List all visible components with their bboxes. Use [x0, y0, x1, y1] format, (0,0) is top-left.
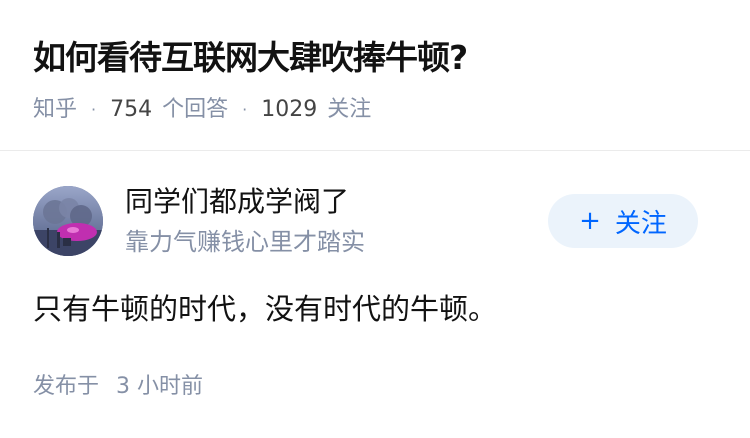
author-name[interactable]: 同学们都成学阀了 [125, 184, 349, 220]
author-bio: 靠力气赚钱心里才踏实 [125, 228, 365, 256]
follow-count-label: 关注 [327, 97, 372, 122]
answer-count-label: 个回答 [162, 97, 229, 122]
answer-timestamp: 发布于 3 小时前 [33, 372, 203, 402]
follow-button-label: 关注 [614, 208, 667, 239]
answer-content[interactable]: 只有牛顿的时代，没有时代的牛顿。 [33, 290, 497, 328]
posted-time: 3 小时前 [116, 374, 204, 399]
posted-label: 发布于 [33, 374, 100, 399]
follow-button[interactable]: + 关注 [548, 194, 698, 248]
source-label[interactable]: 知乎 [33, 96, 77, 124]
avatar-image [33, 186, 103, 256]
meta-separator: · [242, 100, 248, 119]
answer-card: 同学们都成学阀了 靠力气赚钱心里才踏实 + 关注 只有牛顿的时代，没有时代的牛顿… [0, 152, 750, 438]
follow-count: 1029 [261, 97, 318, 122]
avatar[interactable] [33, 186, 103, 256]
plus-icon: + [579, 206, 601, 236]
question-meta: 知乎 · 754 个回答 · 1029 关注 [33, 96, 371, 124]
question-title[interactable]: 如何看待互联网大肆吹捧牛顿? [33, 36, 468, 80]
meta-separator: · [91, 100, 97, 119]
question-header: 如何看待互联网大肆吹捧牛顿? 知乎 · 754 个回答 · 1029 关注 [0, 0, 750, 151]
answer-count: 754 [110, 97, 153, 122]
